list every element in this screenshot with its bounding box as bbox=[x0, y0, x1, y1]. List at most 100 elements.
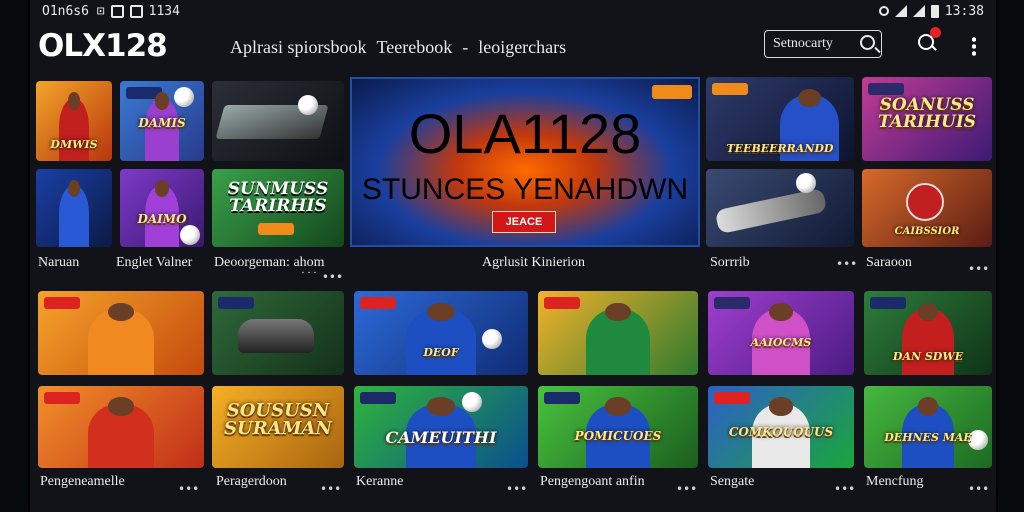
ball-icon bbox=[482, 329, 502, 349]
status-bar: O1n6s6 ⊡ 1134 13:38 bbox=[30, 0, 996, 22]
search-placeholder: Setnocarty bbox=[773, 36, 833, 51]
tile-title: CAMEUITHI bbox=[385, 428, 497, 447]
game-tile-2[interactable]: DAMIS bbox=[120, 81, 204, 161]
tile-label-2[interactable]: Englet Valner bbox=[116, 255, 192, 271]
player-head bbox=[917, 397, 939, 416]
player-head bbox=[155, 92, 169, 110]
tile-title: TEEBEERRANDD bbox=[726, 142, 834, 155]
ball-icon bbox=[180, 225, 200, 245]
game-tile-4[interactable] bbox=[36, 169, 112, 247]
player-head bbox=[427, 302, 455, 322]
tile-label-7[interactable]: Peragerdoon bbox=[216, 474, 287, 490]
ball-icon bbox=[462, 392, 482, 412]
game-tile-16[interactable]: DAN SDWE bbox=[864, 291, 992, 375]
tile-more-icon[interactable]: ••• bbox=[676, 482, 697, 496]
wifi-icon bbox=[894, 5, 907, 17]
app-logo[interactable]: OLX128 bbox=[38, 28, 168, 64]
tile-label-6[interactable]: Pengeneamelle bbox=[40, 474, 125, 490]
tile-more-icon[interactable]: ••• bbox=[506, 482, 527, 496]
car-graphic bbox=[714, 187, 828, 235]
battery-icon bbox=[930, 4, 939, 18]
nav-item-leoigerchars[interactable]: leoigerchars bbox=[478, 37, 566, 58]
tile-title: DAIMO bbox=[137, 212, 187, 226]
player-head bbox=[67, 92, 81, 110]
tile-title: SOUSUSN SURAMAN bbox=[224, 400, 332, 439]
background: O1n6s6 ⊡ 1134 13:38 OLX128 Aplrasi spior… bbox=[0, 0, 1024, 512]
signal-icon bbox=[912, 5, 925, 17]
app-icon bbox=[110, 4, 124, 18]
game-tile-6[interactable]: SUNMUSS TARIRHIS bbox=[212, 169, 344, 247]
target-graphic bbox=[906, 183, 944, 221]
tile-label-10[interactable]: Sengate bbox=[710, 474, 754, 490]
tile-label-3[interactable]: Deoorgeman: ahom bbox=[214, 255, 325, 271]
tile-more-icon[interactable]: ••• bbox=[178, 482, 199, 496]
player-head bbox=[605, 302, 631, 322]
tile-more-icon[interactable]: ••• bbox=[320, 482, 341, 496]
player-head bbox=[107, 397, 135, 416]
tile-chip bbox=[870, 297, 906, 309]
hero-label[interactable]: Agrlusit Kinierion bbox=[482, 255, 585, 271]
game-tile-5[interactable]: DAIMO bbox=[120, 169, 204, 247]
tile-label-11[interactable]: Mencfung bbox=[866, 474, 924, 490]
tile-more-icon[interactable]: ••• bbox=[836, 257, 857, 271]
tile-title: DAMIS bbox=[138, 116, 186, 130]
game-tile-21[interactable]: COMKOUOUUS bbox=[708, 386, 854, 468]
tile-label-5[interactable]: Saraoon bbox=[866, 255, 912, 271]
tile-chip bbox=[712, 83, 748, 95]
tile-chip bbox=[544, 297, 580, 309]
game-tile-18[interactable]: SOUSUSN SURAMAN bbox=[212, 386, 344, 468]
game-tile-19[interactable]: CAMEUITHI bbox=[354, 386, 528, 468]
tile-chip bbox=[544, 392, 580, 404]
tile-label-8[interactable]: Keranne bbox=[356, 474, 403, 490]
player-head bbox=[67, 179, 81, 198]
search-input[interactable]: Setnocarty bbox=[764, 30, 882, 58]
game-tile-12[interactable] bbox=[212, 291, 344, 375]
hero-button[interactable]: JEACE bbox=[492, 211, 556, 233]
tile-more-icon[interactable]: ••• bbox=[968, 262, 989, 276]
tile-label-4[interactable]: Sorrrib bbox=[710, 255, 750, 271]
player-head bbox=[605, 397, 631, 416]
game-tile-20[interactable]: POMICUOES bbox=[538, 386, 698, 468]
tile-title: POMICUOES bbox=[574, 429, 662, 443]
alarm-icon bbox=[878, 6, 889, 16]
tile-chip bbox=[218, 297, 254, 309]
tile-label-9[interactable]: Pengengoant anfin bbox=[540, 474, 645, 490]
tile-more-icon[interactable]: ••• bbox=[834, 482, 855, 496]
game-tile-14[interactable] bbox=[538, 291, 698, 375]
ball-icon bbox=[796, 173, 816, 193]
nav-item-sportsbook[interactable]: Aplrasi spiorsbook bbox=[230, 37, 367, 58]
more-menu-icon[interactable] bbox=[972, 36, 976, 56]
game-tile-10[interactable]: CAIBSSIOR bbox=[862, 169, 992, 247]
tile-more-icon[interactable]: ˙˙˙ ••• bbox=[300, 270, 343, 284]
nav-separator: - bbox=[462, 37, 469, 57]
game-tile-7[interactable]: TEEBEERRANDD bbox=[706, 77, 854, 161]
tile-title: COMKOUOUUS bbox=[728, 425, 834, 439]
game-tile-22[interactable]: DEHNES MAE bbox=[864, 386, 992, 468]
game-tile-13[interactable]: DEOF bbox=[354, 291, 528, 375]
tile-more-icon[interactable]: ••• bbox=[968, 482, 989, 496]
hero-banner[interactable]: OLA1128 STUNCES YENAHDWN JEACE bbox=[350, 77, 700, 247]
game-tile-1[interactable]: DMWIS bbox=[36, 81, 112, 161]
ball-icon bbox=[174, 87, 194, 107]
player-head bbox=[155, 179, 169, 198]
game-tile-8[interactable]: SOANUSS TARIHUIS bbox=[862, 77, 992, 161]
game-tile-17[interactable] bbox=[38, 386, 204, 468]
player-head bbox=[769, 302, 793, 322]
tile-label-1[interactable]: Naruan bbox=[38, 255, 79, 271]
hero-chip bbox=[652, 85, 692, 99]
game-tile-15[interactable]: AAIOCMS bbox=[708, 291, 854, 375]
status-time-left: 1134 bbox=[148, 3, 180, 19]
game-tile-3[interactable] bbox=[212, 81, 344, 161]
tile-title: SOANUSS TARIHUIS bbox=[877, 95, 977, 132]
tile-chip bbox=[44, 392, 80, 404]
player-head bbox=[427, 397, 455, 416]
game-tile-11[interactable] bbox=[38, 291, 204, 375]
game-tile-9[interactable] bbox=[706, 169, 854, 247]
tile-title: DEOF bbox=[423, 346, 459, 359]
top-nav: Aplrasi spiorsbook Teerebook - leoigerch… bbox=[230, 37, 566, 58]
search-icon[interactable] bbox=[860, 35, 875, 50]
nav-item-teerebook[interactable]: Teerebook bbox=[377, 37, 453, 58]
notification-icon bbox=[129, 4, 143, 18]
tile-chip bbox=[714, 392, 750, 404]
tile-title: DEHNES MAE bbox=[884, 431, 972, 444]
